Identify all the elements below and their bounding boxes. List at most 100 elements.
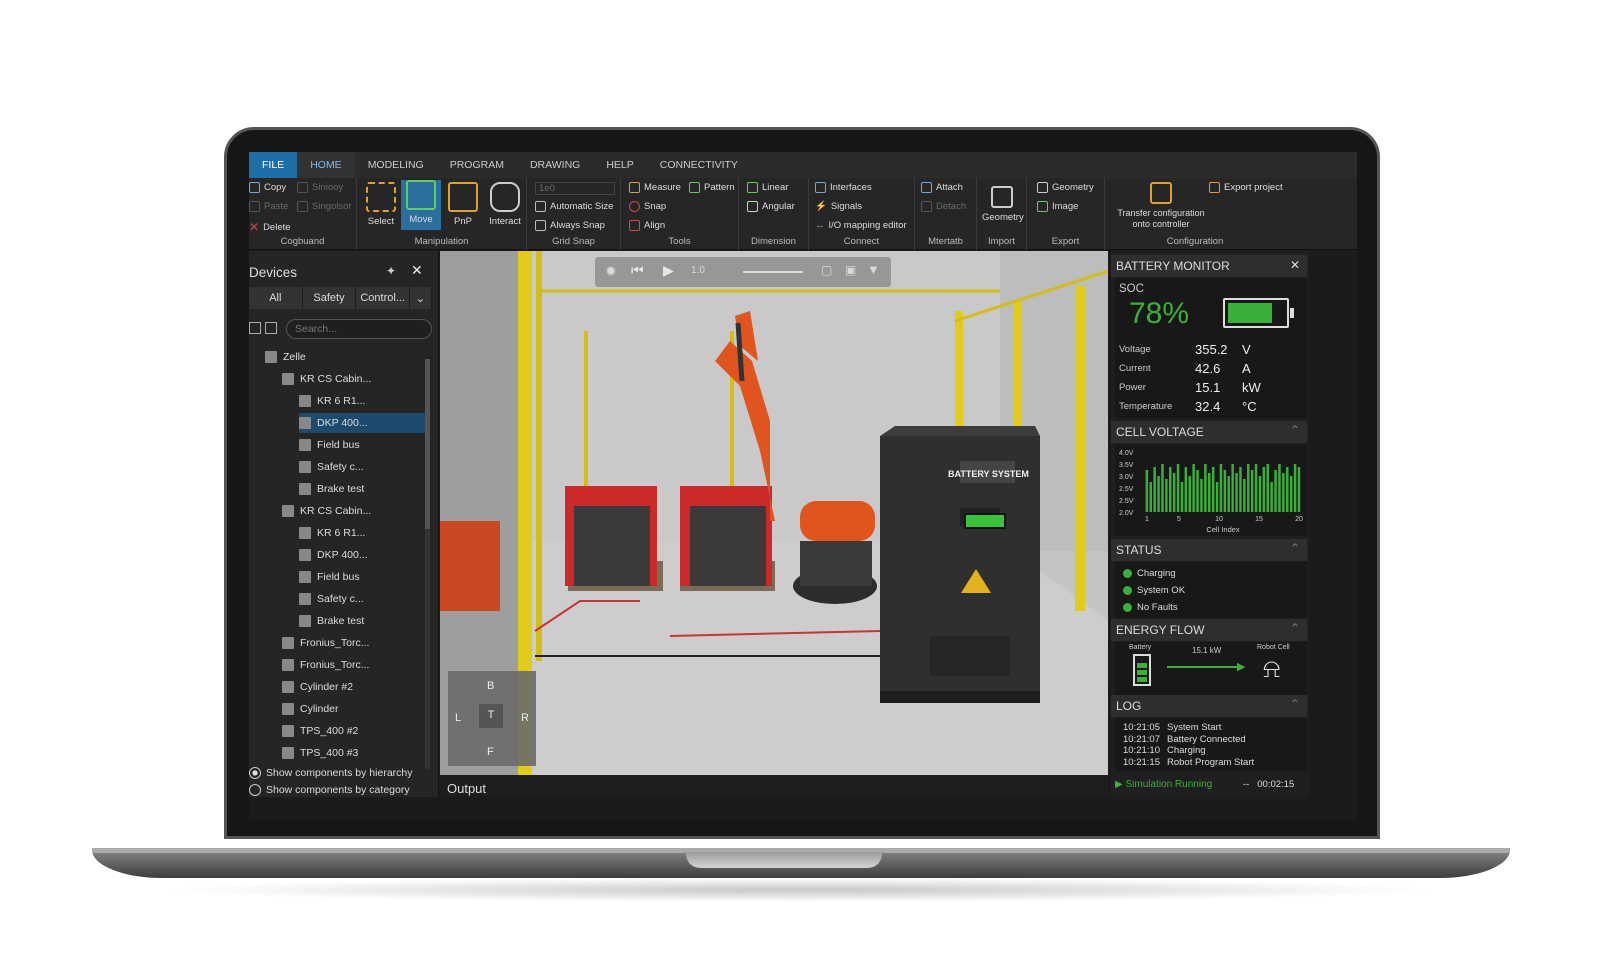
rewind-icon[interactable]: ⏮ [631,262,644,279]
expand-all-icon[interactable] [265,322,277,334]
angular-button[interactable]: Angular [747,201,795,212]
close-icon[interactable]: ✕ [1290,258,1300,272]
tree-item[interactable]: DKP 400... [299,413,425,433]
nav-front[interactable]: F [487,746,494,758]
pin-icon[interactable]: ✦ [386,264,396,278]
device-icon [299,417,311,429]
cell-voltage-bar [1262,467,1266,512]
signals-button[interactable]: ⚡ Signals [815,201,862,212]
output-panel-tab[interactable]: Output [440,775,1108,797]
menu-file[interactable]: FILE [249,152,298,178]
tree-item[interactable]: Field bus [299,567,425,587]
delete-button[interactable]: ✕ Delete [249,220,291,234]
3d-viewport[interactable]: BATTERY SYSTEM ✹ ⏮ ▶ 1.0 ▢ ▣ ▼ B L T R F [440,251,1108,775]
group-export: Geometry Image Export [1027,178,1105,250]
export-geometry-button[interactable]: Geometry [1037,182,1094,193]
record-icon[interactable]: ▢ [821,263,832,277]
grid-size-field[interactable]: 1e0 [535,182,615,195]
nav-top[interactable]: T [479,704,503,728]
menu-connectivity[interactable]: CONNECTIVITY [647,152,751,178]
tab-control[interactable]: Control... [356,287,411,309]
copy-button[interactable]: Copy [249,182,286,193]
menu-bar: FILE HOME MODELING PROGRAM DRAWING HELP … [249,152,1357,178]
interact-button[interactable]: Interact [485,182,525,227]
menu-modeling[interactable]: MODELING [355,152,437,178]
nav-right[interactable]: R [521,712,529,724]
measure-button[interactable]: Measure [629,182,681,193]
export-project-label: Export project [1224,182,1283,193]
collapse-icon[interactable]: ⌃ [1290,541,1300,555]
tree-item[interactable]: KR CS Cabin... [282,501,425,521]
close-icon[interactable]: ✕ [411,262,423,279]
tree-scrollbar[interactable] [425,359,430,769]
energy-flow-title: ENERGY FLOW [1116,623,1205,637]
align-icon [629,220,640,231]
menu-program[interactable]: PROGRAM [437,152,517,178]
tree-item[interactable]: KR 6 R1... [299,391,425,411]
search-input[interactable]: Search... [286,319,432,339]
camera-icon[interactable]: ▣ [845,263,856,277]
menu-drawing[interactable]: DRAWING [517,152,593,178]
collapse-icon[interactable]: ⌃ [1290,423,1300,437]
tree-item[interactable]: Brake test [299,611,425,631]
interfaces-button[interactable]: Interfaces [815,182,872,193]
tab-all[interactable]: All [249,287,303,309]
snap-button[interactable]: Snap [629,201,666,212]
battery-gauge-fill [1228,303,1272,323]
tree-item[interactable]: Zelle [265,347,425,367]
export-image-button[interactable]: Image [1037,201,1078,212]
menu-help[interactable]: HELP [593,152,646,178]
tree-item[interactable]: Brake test [299,479,425,499]
select-button[interactable]: Select [361,182,401,227]
always-snap-checkbox[interactable]: Always Snap [535,220,605,231]
similar-button[interactable]: Siniooy [297,182,343,193]
align-button[interactable]: Align [629,220,665,231]
tree-item[interactable]: DKP 400... [299,545,425,565]
radio-hierarchy[interactable]: Show components by hierarchy [249,767,413,779]
automatic-size-checkbox[interactable]: Automatic Size [535,201,613,212]
filter-icon[interactable]: ▼ [867,262,880,277]
cell-voltage-bar [1219,464,1223,512]
singular-button[interactable]: Singolsor [297,201,352,212]
export-project-button[interactable]: Export project [1209,182,1283,193]
simulation-status: ▶ Simulation Running [1115,779,1213,790]
nav-back[interactable]: B [487,680,494,692]
tree-item[interactable]: KR 6 R1... [299,523,425,543]
tree-item[interactable]: Fronius_Torc... [282,655,425,675]
pnp-button[interactable]: PnP [443,182,483,227]
tree-item[interactable]: Safety c... [299,589,425,609]
radio-category[interactable]: Show components by category [249,784,410,796]
detach-label: Detach [936,201,967,212]
collapse-all-icon[interactable] [249,322,261,334]
import-geometry-button[interactable]: Geometry [982,182,1024,223]
attach-button[interactable]: Attach [921,182,963,193]
play-icon[interactable]: ▶ [663,262,674,279]
tree-item[interactable]: Field bus [299,435,425,455]
move-button[interactable]: Move [401,180,441,230]
tree-item[interactable]: Cylinder [282,699,425,719]
ribbon: Copy Siniooy Paste Singolsor ✕ Delete Cog… [249,178,1357,250]
tree-item[interactable]: TPS_400 #3 [282,743,425,763]
tree-item[interactable]: Cylinder #2 [282,677,425,697]
chevron-down-icon[interactable]: ⌄ [410,287,433,309]
tree-item[interactable]: Safety c... [299,457,425,477]
tree-item[interactable]: KR CS Cabin... [282,369,425,389]
device-icon [282,505,294,517]
navigation-cube[interactable]: B L T R F [451,676,531,762]
detach-button[interactable]: Detach [921,201,966,212]
paste-button[interactable]: Paste [249,201,288,212]
tab-safety[interactable]: Safety [303,287,357,309]
tree-item[interactable]: TPS_400 #2 [282,721,425,741]
transfer-configuration-button[interactable]: Transfer configuration onto controller [1111,182,1211,230]
scrollbar-thumb[interactable] [425,359,430,529]
nav-left[interactable]: L [455,712,461,724]
io-mapping-button[interactable]: ↔ I/O mapping editor [815,220,907,231]
tree-item[interactable]: Fronius_Torc... [282,633,425,653]
settings-icon[interactable]: ✹ [605,263,617,280]
linear-button[interactable]: Linear [747,182,788,193]
collapse-icon[interactable]: ⌃ [1290,621,1300,635]
pattern-button[interactable]: Pattern [689,182,735,193]
menu-home[interactable]: HOME [297,152,355,178]
speed-slider[interactable] [743,271,803,273]
collapse-icon[interactable]: ⌃ [1290,697,1300,711]
